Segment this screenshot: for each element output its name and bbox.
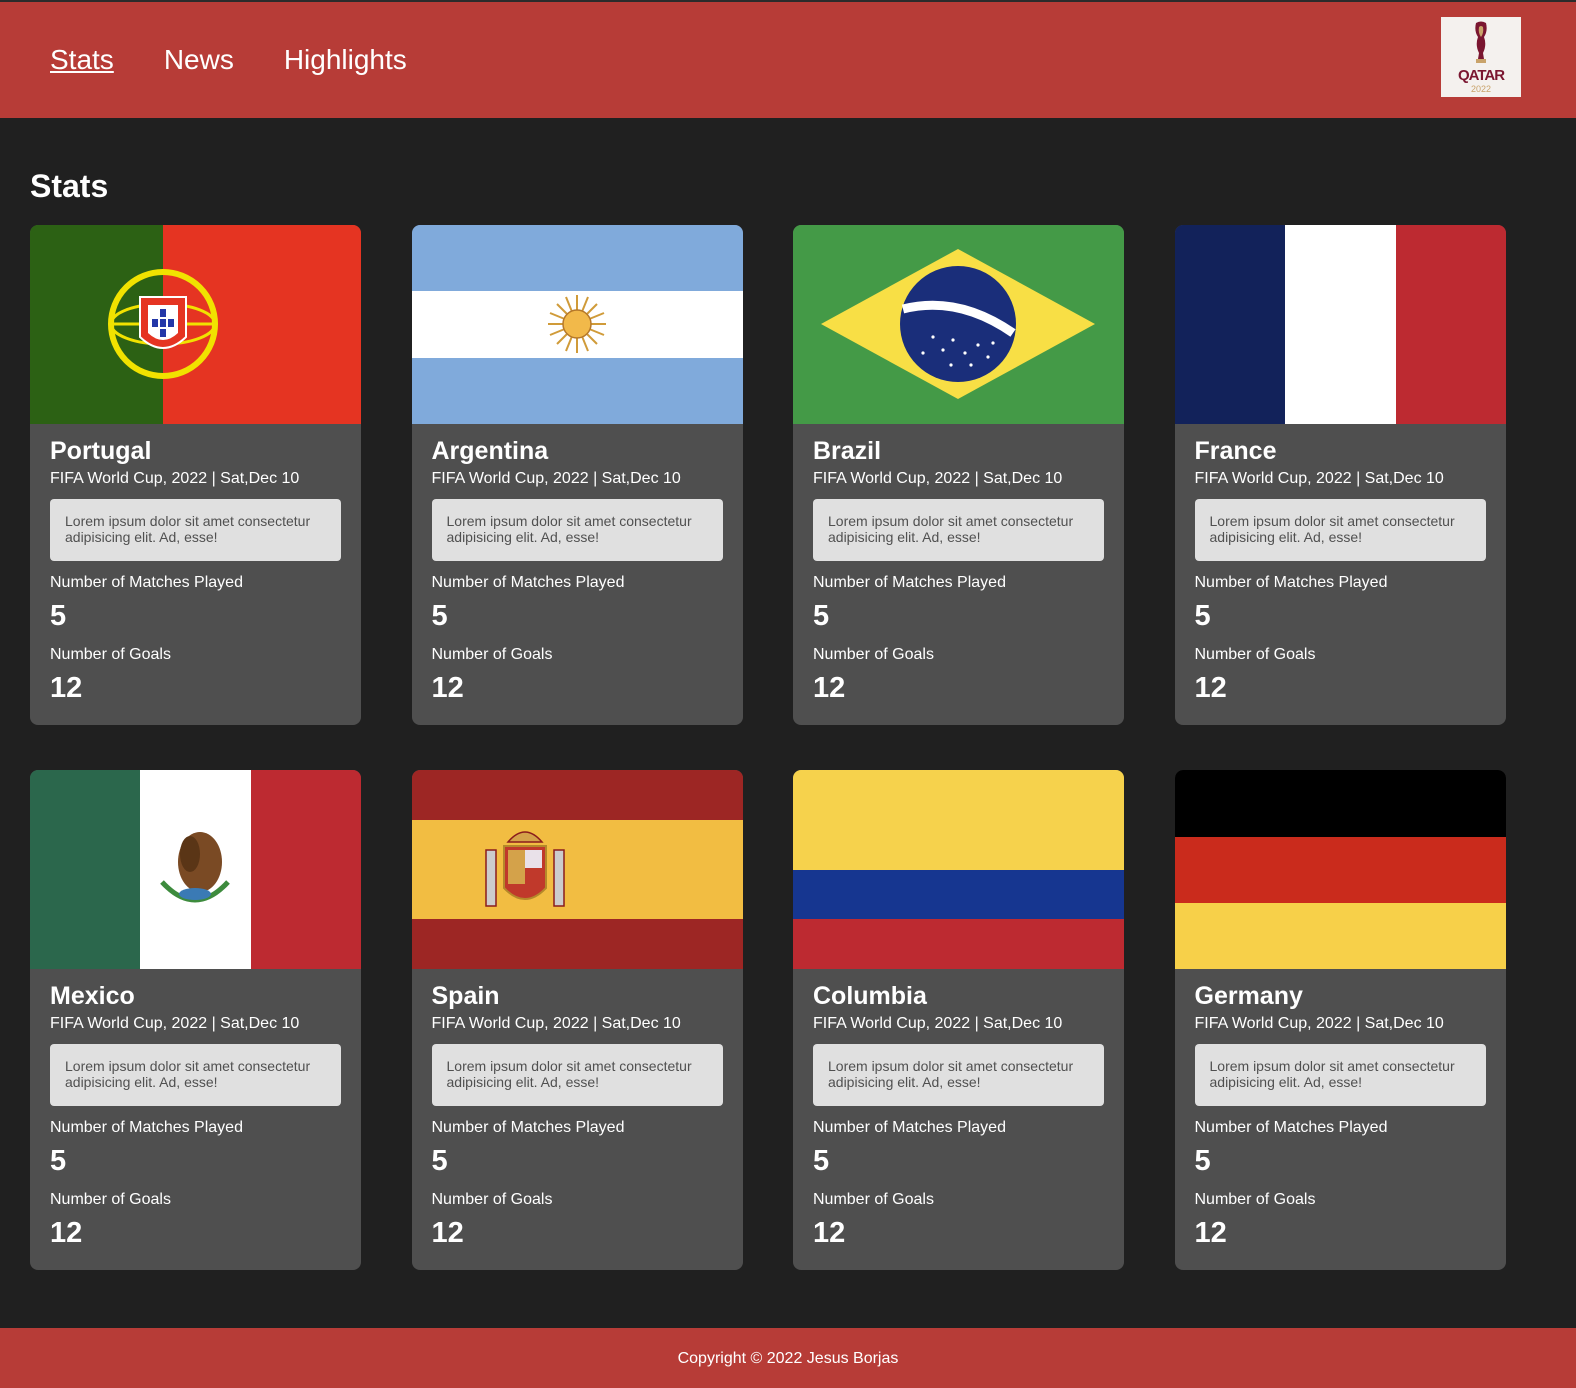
team-card[interactable]: France FIFA World Cup, 2022 | Sat,Dec 10…	[1174, 225, 1506, 725]
matches-value: 5	[813, 600, 830, 632]
goals-value: 12	[1194, 672, 1227, 704]
matches-label: Number of Matches Played	[50, 574, 243, 591]
team-card[interactable]: Portugal FIFA World Cup, 2022 | Sat,Dec …	[30, 225, 361, 725]
matches-value: 5	[50, 1145, 67, 1177]
country-name: Argentina	[431, 437, 549, 465]
goals-value: 12	[50, 672, 83, 704]
team-card[interactable]: Columbia FIFA World Cup, 2022 | Sat,Dec …	[793, 770, 1124, 1270]
matches-value: 5	[431, 1145, 448, 1177]
matches-label: Number of Matches Played	[1194, 1119, 1388, 1136]
country-name: Brazil	[813, 437, 882, 465]
country-name: Columbia	[813, 982, 927, 1010]
team-card[interactable]: Germany FIFA World Cup, 2022 | Sat,Dec 1…	[1174, 770, 1506, 1270]
goals-label: Number of Goals	[1194, 1191, 1316, 1208]
country-name: Germany	[1194, 982, 1303, 1010]
event-info: FIFA World Cup, 2022 | Sat,Dec 10	[431, 470, 681, 487]
copyright-text: Copyright © 2022 Jesus Borjas	[677, 1350, 899, 1367]
matches-value: 5	[431, 600, 448, 632]
goals-label: Number of Goals	[50, 646, 171, 663]
logo-text: QATAR	[1457, 67, 1505, 84]
goals-value: 12	[813, 1217, 846, 1249]
goals-value: 12	[1194, 1217, 1227, 1249]
matches-value: 5	[813, 1145, 830, 1177]
matches-label: Number of Matches Played	[431, 1119, 625, 1136]
team-card[interactable]: Argentina FIFA World Cup, 2022 | Sat,Dec…	[411, 225, 743, 725]
brazil-flag	[793, 225, 1124, 424]
goals-label: Number of Goals	[813, 646, 934, 663]
goals-value: 12	[813, 672, 846, 704]
goals-label: Number of Goals	[431, 646, 553, 663]
matches-value: 5	[1194, 1145, 1211, 1177]
goals-value: 12	[431, 672, 464, 704]
team-card[interactable]: Mexico FIFA World Cup, 2022 | Sat,Dec 10…	[30, 770, 361, 1270]
page-title: Stats	[30, 168, 109, 204]
description-box: Lorem ipsum dolor sit amet consectetur a…	[813, 499, 1104, 561]
country-name: Spain	[431, 982, 500, 1010]
team-card[interactable]: Spain FIFA World Cup, 2022 | Sat,Dec 10 …	[411, 770, 743, 1270]
matches-label: Number of Matches Played	[1194, 574, 1388, 591]
team-card[interactable]: Brazil FIFA World Cup, 2022 | Sat,Dec 10…	[793, 225, 1124, 725]
portugal-flag	[30, 225, 361, 424]
description-box: Lorem ipsum dolor sit amet consectetur a…	[431, 499, 723, 561]
mexico-flag	[30, 770, 361, 969]
matches-label: Number of Matches Played	[431, 574, 625, 591]
event-info: FIFA World Cup, 2022 | Sat,Dec 10	[50, 470, 300, 487]
main-nav: Stats News Highlights	[50, 43, 407, 77]
goals-label: Number of Goals	[50, 1191, 171, 1208]
event-info: FIFA World Cup, 2022 | Sat,Dec 10	[1194, 1015, 1444, 1032]
matches-label: Number of Matches Played	[813, 574, 1006, 591]
matches-value: 5	[50, 600, 67, 632]
germany-flag	[1174, 770, 1506, 969]
matches-label: Number of Matches Played	[813, 1119, 1006, 1136]
spain-flag	[411, 770, 743, 969]
country-name: Portugal	[50, 437, 152, 465]
nav-link-news[interactable]: News	[164, 43, 234, 77]
colombia-flag	[793, 770, 1124, 969]
goals-label: Number of Goals	[431, 1191, 553, 1208]
country-name: Mexico	[50, 982, 135, 1010]
nav-link-stats[interactable]: Stats	[50, 43, 114, 77]
site-footer: Copyright © 2022 Jesus Borjas	[0, 1328, 1576, 1388]
description-box: Lorem ipsum dolor sit amet consectetur a…	[1194, 499, 1486, 561]
stats-grid: Portugal FIFA World Cup, 2022 | Sat,Dec …	[30, 225, 1506, 1270]
nav-link-highlights[interactable]: Highlights	[284, 43, 407, 77]
qatar-2022-logo[interactable]: QATAR 2022	[1441, 17, 1521, 97]
trophy-icon	[1475, 21, 1487, 63]
event-info: FIFA World Cup, 2022 | Sat,Dec 10	[431, 1015, 681, 1032]
goals-label: Number of Goals	[1194, 646, 1316, 663]
goals-value: 12	[431, 1217, 464, 1249]
description-box: Lorem ipsum dolor sit amet consectetur a…	[50, 1044, 341, 1106]
description-box: Lorem ipsum dolor sit amet consectetur a…	[1194, 1044, 1486, 1106]
country-name: France	[1194, 437, 1277, 465]
site-header: Stats News Highlights QATAR 2022	[0, 2, 1576, 118]
event-info: FIFA World Cup, 2022 | Sat,Dec 10	[813, 470, 1063, 487]
goals-value: 12	[50, 1217, 83, 1249]
description-box: Lorem ipsum dolor sit amet consectetur a…	[813, 1044, 1104, 1106]
logo-year: 2022	[1470, 84, 1492, 94]
event-info: FIFA World Cup, 2022 | Sat,Dec 10	[813, 1015, 1063, 1032]
matches-label: Number of Matches Played	[50, 1119, 243, 1136]
france-flag	[1174, 225, 1506, 424]
description-box: Lorem ipsum dolor sit amet consectetur a…	[50, 499, 341, 561]
matches-value: 5	[1194, 600, 1211, 632]
goals-label: Number of Goals	[813, 1191, 934, 1208]
event-info: FIFA World Cup, 2022 | Sat,Dec 10	[50, 1015, 300, 1032]
description-box: Lorem ipsum dolor sit amet consectetur a…	[431, 1044, 723, 1106]
argentina-flag	[411, 225, 743, 424]
event-info: FIFA World Cup, 2022 | Sat,Dec 10	[1194, 470, 1444, 487]
